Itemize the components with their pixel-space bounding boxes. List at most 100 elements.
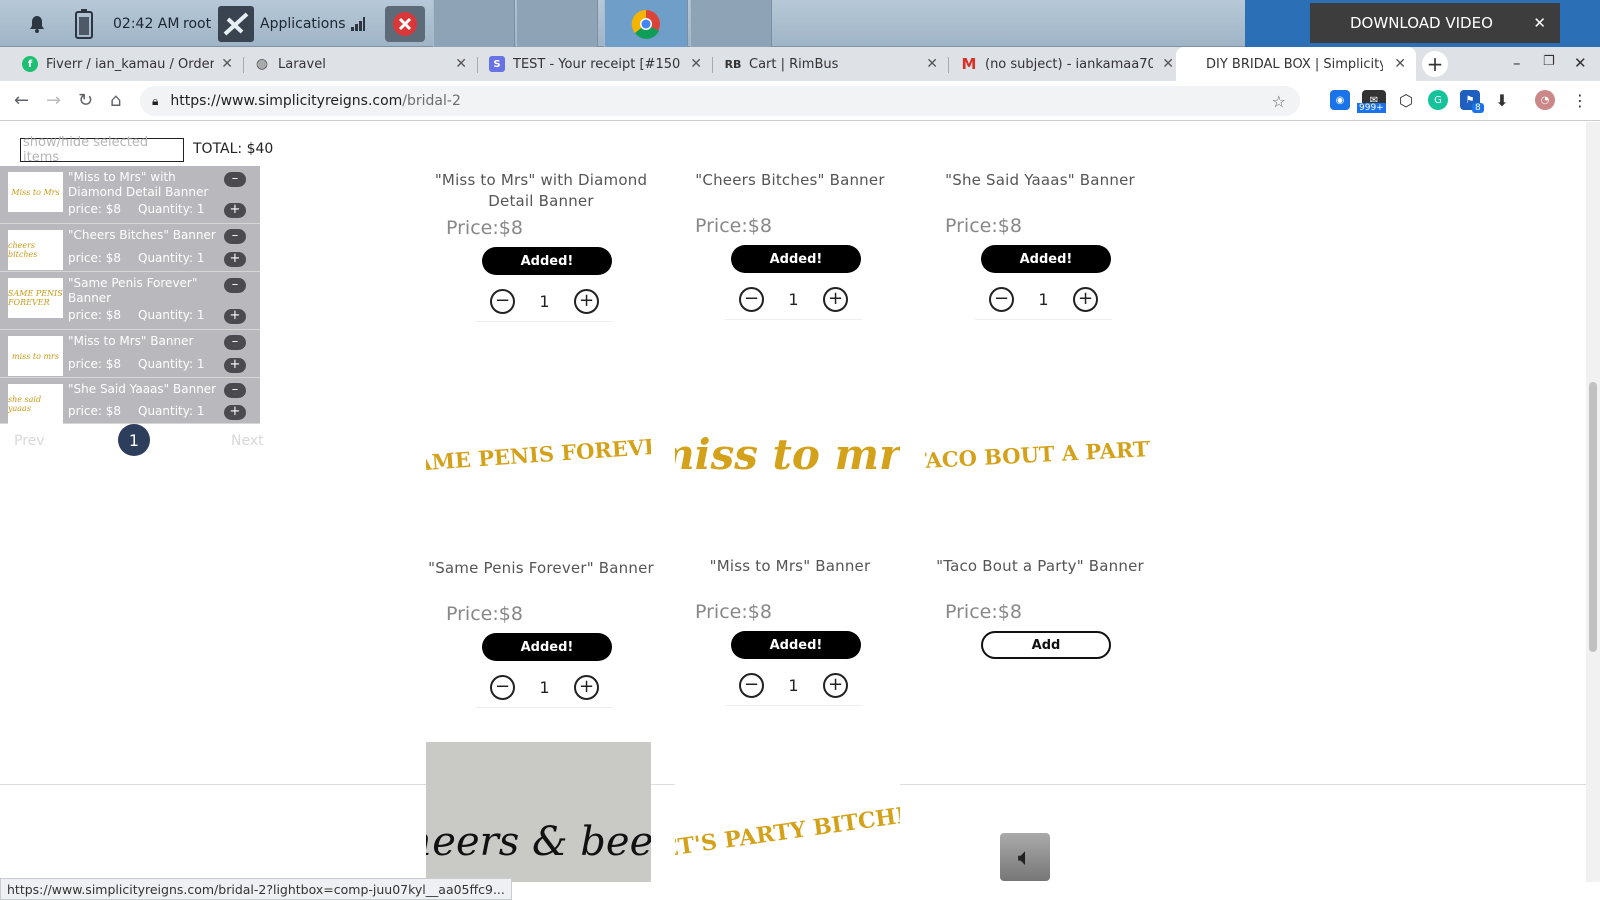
cart-increase-button[interactable]: + [224, 203, 246, 218]
new-tab-button[interactable]: + [1422, 51, 1448, 77]
increase-button[interactable]: + [1073, 287, 1098, 312]
add-to-box-button[interactable]: Added! [731, 631, 861, 659]
cart-decrease-button[interactable]: – [224, 172, 246, 187]
close-tab-icon[interactable]: ✕ [926, 56, 938, 72]
product-image-art: SAME PENIS FOREVER [426, 432, 651, 477]
back-icon[interactable]: ← [14, 90, 29, 111]
tab-laravel[interactable]: ◍ Laravel ✕ [232, 47, 477, 81]
taskbar-window-1[interactable] [433, 0, 515, 47]
product-image[interactable]: TACO BOUT A PARTY [925, 372, 1150, 537]
decrease-button[interactable]: − [490, 289, 515, 314]
add-to-box-button[interactable]: Added! [981, 245, 1111, 273]
clock[interactable]: 02:42 AM [113, 0, 179, 47]
forward-icon[interactable]: → [46, 90, 61, 111]
cart-item-price: price: $8 [68, 202, 121, 216]
pager-prev-link[interactable]: Prev [14, 433, 45, 449]
cart-increase-button[interactable]: + [224, 405, 246, 420]
tab-stripe-receipt[interactable]: S TEST - Your receipt [#1500 ✕ [467, 47, 712, 81]
menu-icon[interactable]: ⋮ [1570, 90, 1590, 110]
bell-icon[interactable] [26, 0, 48, 47]
taskbar-window-chrome[interactable] [604, 0, 688, 47]
tab-diy-bridal-box[interactable]: DIY BRIDAL BOX | Simplicity ✕ [1176, 47, 1416, 81]
cart-item: SAME PENIS FOREVER "Same Penis Forever" … [0, 272, 260, 330]
increase-button[interactable]: + [574, 675, 599, 700]
taskbar-window-2[interactable] [516, 0, 598, 47]
close-window-icon[interactable]: ✕ [1574, 54, 1587, 72]
tab-rimbus-cart[interactable]: RB Cart | RimBus ✕ [703, 47, 948, 81]
close-tab-icon[interactable]: ✕ [1394, 56, 1406, 72]
tab-title: TEST - Your receipt [#1500 [513, 56, 681, 72]
pager-next-link[interactable]: Next [231, 433, 264, 449]
add-to-box-button[interactable]: Added! [731, 245, 861, 273]
tab-title: Fiverr / ian_kamau / Orders [46, 56, 214, 72]
quantity-value[interactable]: 1 [788, 290, 798, 309]
restore-icon[interactable]: ❐ [1543, 54, 1555, 69]
cart-decrease-button[interactable]: – [224, 335, 246, 350]
add-to-box-button[interactable]: Added! [482, 633, 612, 661]
tab-fiverr[interactable]: f Fiverr / ian_kamau / Orders ✕ [0, 47, 243, 81]
battery-icon[interactable] [70, 0, 98, 47]
decrease-button[interactable]: − [739, 673, 764, 698]
decrease-button[interactable]: − [739, 287, 764, 312]
cart-decrease-button[interactable]: – [224, 383, 246, 398]
cart-decrease-button[interactable]: – [224, 278, 246, 293]
cube-extension-icon[interactable]: ⬡ [1396, 90, 1416, 110]
quantity-stepper: − 1 + [476, 668, 613, 708]
signal-icon[interactable] [350, 0, 366, 47]
add-to-box-button[interactable]: Added! [482, 247, 612, 275]
add-to-box-button[interactable]: Add [981, 631, 1111, 659]
grammarly-icon[interactable]: G [1428, 90, 1448, 110]
speaker-icon[interactable]: 🔈︎ [1000, 833, 1050, 881]
cart-item-meta: price: $8 Quantity: 1 [68, 308, 204, 322]
applications-menu-button[interactable]: Applications [218, 0, 346, 47]
address-bar[interactable]: 🔒︎ https://www.simplicityreigns.com/brid… [140, 86, 1300, 116]
close-tab-icon[interactable]: ✕ [1162, 56, 1174, 72]
status-bar-url: https://www.simplicityreigns.com/bridal-… [0, 878, 512, 900]
download-video-button[interactable]: DOWNLOAD VIDEO ✕ [1310, 3, 1560, 43]
cart-increase-button[interactable]: + [224, 358, 246, 373]
browser-tab-strip: f Fiverr / ian_kamau / Orders ✕ ◍ Larave… [0, 47, 1600, 81]
close-tab-icon[interactable]: ✕ [690, 56, 702, 72]
cart-item-thumbnail: miss to mrs [8, 336, 63, 376]
extension-blue-icon[interactable]: ◉ [1330, 90, 1350, 110]
user-name[interactable]: root [183, 0, 211, 47]
product-price: Price:$8 [446, 603, 523, 625]
cart-increase-button[interactable]: + [224, 252, 246, 267]
cart-item: miss to mrs "Miss to Mrs" Banner price: … [0, 330, 260, 378]
product-image[interactable]: SAME PENIS FOREVER [426, 372, 651, 537]
tab-gmail[interactable]: M (no subject) - iankamaa70 ✕ [939, 47, 1184, 81]
product-image[interactable]: cheers & beers [426, 742, 651, 882]
cart-item: Miss to Mrs "Miss to Mrs" with Diamond D… [0, 166, 260, 224]
quantity-stepper: − 1 + [725, 666, 862, 706]
scrollbar-thumb[interactable] [1589, 382, 1597, 652]
recorder-stop-button[interactable] [384, 0, 426, 47]
bookmark-star-icon[interactable]: ☆ [1272, 92, 1286, 111]
reload-icon[interactable]: ↻ [78, 90, 93, 111]
quantity-value[interactable]: 1 [1038, 290, 1048, 309]
close-tab-icon[interactable]: ✕ [455, 56, 467, 72]
decrease-button[interactable]: − [490, 675, 515, 700]
quantity-value[interactable]: 1 [788, 676, 798, 695]
quantity-value[interactable]: 1 [539, 292, 549, 311]
increase-button[interactable]: + [823, 287, 848, 312]
cart-item-quantity: Quantity: 1 [138, 308, 205, 322]
decrease-button[interactable]: − [989, 287, 1014, 312]
show-hide-items-input[interactable]: show/hide selected items [20, 135, 184, 165]
page-scrollbar[interactable] [1586, 122, 1600, 882]
download-icon[interactable]: ⬇ [1492, 90, 1512, 110]
product-image-art: cheers & beers [426, 819, 651, 865]
increase-button[interactable]: + [823, 673, 848, 698]
rimbus-icon: RB [724, 57, 742, 71]
close-icon[interactable]: ✕ [1533, 14, 1546, 32]
taskbar-window-4[interactable] [690, 0, 772, 47]
quantity-value[interactable]: 1 [539, 678, 549, 697]
product-image[interactable]: LET'S PARTY BITCHES [675, 742, 900, 882]
profile-avatar[interactable]: ◔ [1535, 90, 1555, 110]
minimize-icon[interactable]: – [1513, 54, 1521, 72]
pager-page-1[interactable]: 1 [118, 424, 150, 456]
product-image[interactable]: miss to mrs [675, 372, 900, 537]
increase-button[interactable]: + [574, 289, 599, 314]
cart-decrease-button[interactable]: – [224, 229, 246, 244]
home-icon[interactable]: ⌂ [110, 90, 121, 111]
cart-increase-button[interactable]: + [224, 309, 246, 324]
